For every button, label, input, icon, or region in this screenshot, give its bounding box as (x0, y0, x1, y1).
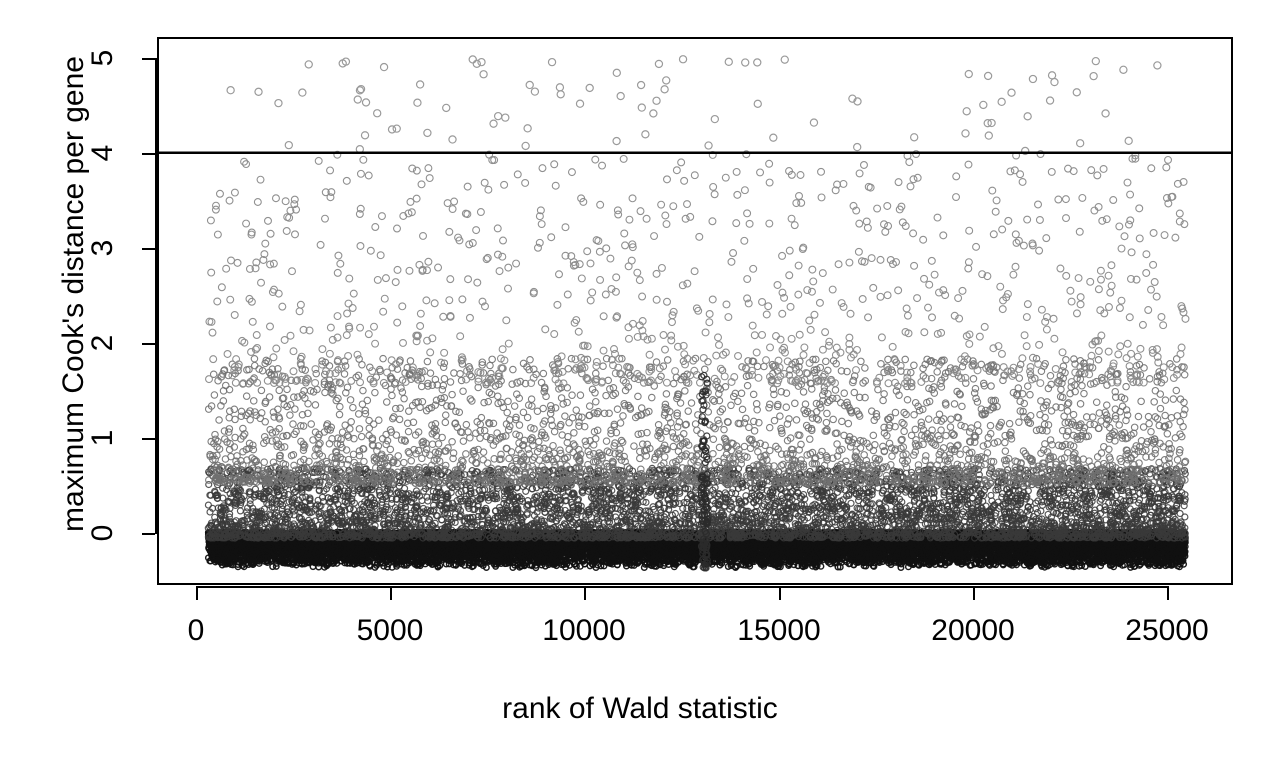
x-tick-10000 (584, 586, 586, 600)
y-tick-3 (142, 248, 155, 250)
x-tick-label-15000: 15000 (719, 614, 839, 648)
plot-area (157, 37, 1233, 585)
x-tick-label-5000: 5000 (340, 614, 440, 648)
y-tick-label-5: 5 (86, 28, 119, 88)
x-tick-25000 (1167, 586, 1169, 600)
y-tick-0 (142, 533, 155, 535)
x-tick-0 (196, 586, 198, 600)
chart-root: maximum Cook's distance per gene 5 4 3 2… (0, 0, 1280, 758)
x-axis-line (196, 586, 1167, 588)
y-tick-5 (142, 58, 155, 60)
y-tick-label-3: 3 (86, 218, 119, 278)
x-tick-label-10000: 10000 (524, 614, 644, 648)
x-tick-15000 (779, 586, 781, 600)
y-tick-label-0: 0 (86, 503, 119, 563)
y-tick-2 (142, 343, 155, 345)
y-tick-1 (142, 438, 155, 440)
y-tick-label-1: 1 (86, 408, 119, 468)
x-tick-label-0: 0 (146, 614, 246, 648)
y-tick-4 (142, 153, 155, 155)
x-tick-label-20000: 20000 (913, 614, 1033, 648)
x-tick-20000 (973, 586, 975, 600)
scatter-points (204, 55, 1190, 572)
y-axis-title: maximum Cook's distance per gene (57, 14, 90, 574)
x-tick-label-25000: 25000 (1107, 614, 1227, 648)
y-tick-label-4: 4 (86, 123, 119, 183)
y-tick-label-2: 2 (86, 313, 119, 373)
x-tick-5000 (390, 586, 392, 600)
x-axis-title: rank of Wald statistic (0, 692, 1280, 726)
scatter-canvas (159, 55, 1231, 572)
